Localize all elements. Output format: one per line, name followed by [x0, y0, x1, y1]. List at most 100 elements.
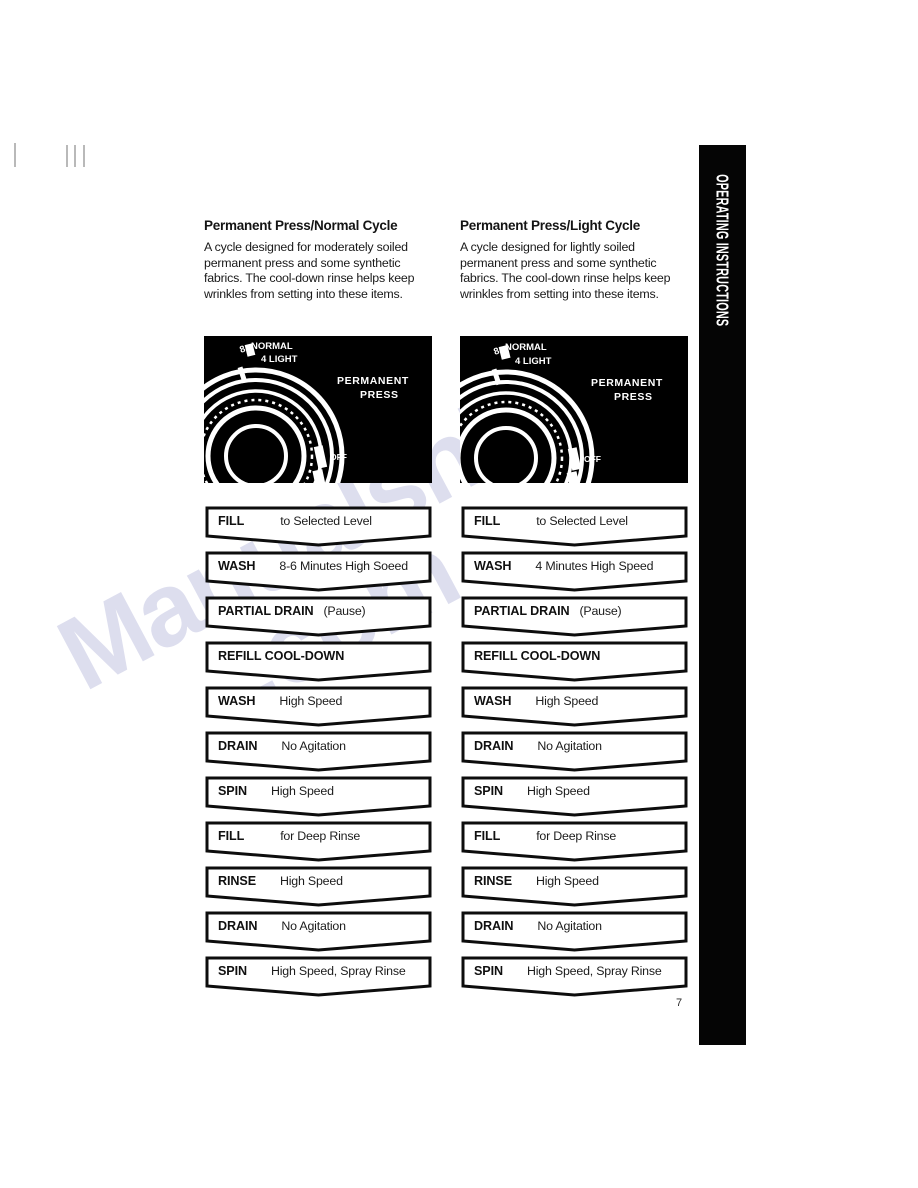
- cycle-step-detail: High Speed: [535, 694, 599, 708]
- cycle-step-detail: (Pause): [579, 604, 622, 618]
- cycle-step-name: SPIN: [474, 784, 503, 798]
- cycle-title: Permanent Press/Light Cycle: [460, 218, 641, 233]
- cycle-step-text: FILL to Selected Level: [474, 512, 681, 530]
- cycle-step-text: PARTIAL DRAIN (Pause): [218, 602, 425, 620]
- cycle-column-normal: Permanent Press/Normal Cycle A cycle des…: [204, 218, 433, 997]
- section-tab-label-wrapper: OPERATING INSTRUCTIONS: [699, 101, 746, 401]
- cycle-step-text: DRAIN No Agitation: [474, 917, 681, 935]
- cycle-step-name: REFILL COOL-DOWN: [474, 649, 601, 663]
- cycle-step-detail: No Agitation: [281, 919, 346, 933]
- scan-artifact-mark: [14, 143, 16, 167]
- cycle-step-name: PARTIAL DRAIN: [474, 604, 570, 618]
- cycle-step: DRAIN No Agitation: [460, 730, 689, 773]
- control-dial-photo: 8 NORMAL 4 LIGHT PERMANENT PRESS OFF: [204, 336, 432, 483]
- cycle-step-detail: High Speed: [271, 784, 334, 798]
- scan-artifact-mark: [74, 145, 76, 167]
- dial-cycle-name-line2: PRESS: [614, 391, 653, 403]
- cycle-step-text: DRAIN No Agitation: [218, 917, 425, 935]
- cycle-step-detail: High Speed: [527, 784, 590, 798]
- cycle-step-text: WASH High Speed: [218, 692, 425, 710]
- cycle-step-text: DRAIN No Agitation: [474, 737, 681, 755]
- cycle-step-text: WASH 4 Minutes High Speed: [474, 557, 681, 575]
- cycle-step-list: FILL to Selected Level WASH 8-6 Minutes Hig…: [204, 505, 433, 1000]
- cycle-step-detail: to Selected Level: [280, 514, 372, 528]
- cycle-step-detail: High Speed: [280, 874, 343, 888]
- cycle-step-name: PARTIAL DRAIN: [218, 604, 314, 618]
- cycle-step: DRAIN No Agitation: [204, 730, 433, 773]
- cycle-step: REFILL COOL-DOWN: [204, 640, 433, 683]
- cycle-step-detail: High Speed: [279, 694, 343, 708]
- cycle-step-text: PARTIAL DRAIN (Pause): [474, 602, 681, 620]
- cycle-step-text: SPIN High Speed, Spray Rinse: [218, 962, 425, 980]
- cycle-step: SPIN High Speed: [204, 775, 433, 818]
- cycle-step-detail: for Deep Rinse: [536, 829, 617, 843]
- cycle-step: SPIN High Speed, Spray Rinse: [460, 955, 689, 998]
- cycle-step-detail: No Agitation: [281, 739, 346, 753]
- cycle-step-detail: 4 Minutes High Speed: [535, 559, 654, 573]
- cycle-step-name: SPIN: [474, 964, 503, 978]
- cycle-step-name: SPIN: [218, 964, 247, 978]
- page-number: 7: [676, 997, 683, 1009]
- dial-label-4-light: 4 LIGHT: [515, 356, 552, 367]
- cycle-step-name: FILL: [218, 514, 245, 528]
- cycle-step: WASH 4 Minutes High Speed: [460, 550, 689, 593]
- cycle-step-name: FILL: [218, 829, 245, 843]
- dial-cycle-name-line1: PERMANENT: [591, 377, 663, 389]
- cycle-step: RINSE High Speed: [204, 865, 433, 908]
- cycle-step: SPIN High Speed: [460, 775, 689, 818]
- cycle-step-text: DRAIN No Agitation: [218, 737, 425, 755]
- cycle-step-text: SPIN High Speed: [474, 782, 681, 800]
- cycle-step-name: DRAIN: [474, 919, 514, 933]
- cycle-step-name: WASH: [474, 559, 512, 573]
- cycle-step-text: FILL for Deep Rinse: [218, 827, 425, 845]
- cycle-step-detail: No Agitation: [537, 919, 602, 933]
- dial-cycle-name-line2: PRESS: [360, 389, 399, 401]
- cycle-step: FILL for Deep Rinse: [204, 820, 433, 863]
- cycle-step-name: SPIN: [218, 784, 247, 798]
- dial-label-normal: NORMAL: [505, 342, 547, 353]
- cycle-step-detail: (Pause): [323, 604, 366, 618]
- cycle-step-name: WASH: [218, 694, 256, 708]
- control-dial-illustration: 8 NORMAL 4 LIGHT PERMANENT PRESS OFF: [460, 336, 688, 483]
- cycle-step-name: WASH: [474, 694, 512, 708]
- section-tab-operating-instructions: OPERATING INSTRUCTIONS: [699, 145, 746, 1045]
- cycle-step-name: DRAIN: [218, 739, 258, 753]
- cycle-step-name: WASH: [218, 559, 256, 573]
- page-canvas: Manualshive .com OPERATING INSTRUCTIONS …: [0, 0, 918, 1188]
- cycle-step-name: RINSE: [218, 874, 256, 888]
- dial-cycle-name-line1: PERMANENT: [337, 375, 409, 387]
- cycle-step-name: DRAIN: [218, 919, 258, 933]
- cycle-step-text: FILL to Selected Level: [218, 512, 425, 530]
- cycle-step-name: REFILL COOL-DOWN: [218, 649, 345, 663]
- cycle-step-detail: High Speed: [536, 874, 599, 888]
- cycle-step-text: REFILL COOL-DOWN: [218, 647, 425, 665]
- cycle-column-light: Permanent Press/Light Cycle A cycle desi…: [460, 218, 689, 997]
- cycle-step-name: DRAIN: [474, 739, 514, 753]
- section-tab-label: OPERATING INSTRUCTIONS: [712, 174, 733, 327]
- cycle-step: DRAIN No Agitation: [204, 910, 433, 953]
- cycle-step-text: REFILL COOL-DOWN: [474, 647, 681, 665]
- cycle-description: A cycle designed for lightly soiled perm…: [460, 240, 671, 301]
- cycle-step: WASH High Speed: [460, 685, 689, 728]
- cycle-step-text: SPIN High Speed, Spray Rinse: [474, 962, 681, 980]
- cycle-title: Permanent Press/Normal Cycle: [204, 218, 398, 233]
- cycle-step: SPIN High Speed, Spray Rinse: [204, 955, 433, 998]
- cycle-step-detail: No Agitation: [537, 739, 602, 753]
- cycle-step: PARTIAL DRAIN (Pause): [204, 595, 433, 638]
- control-dial-photo: 8 NORMAL 4 LIGHT PERMANENT PRESS OFF: [460, 336, 688, 483]
- control-dial-illustration: 8 NORMAL 4 LIGHT PERMANENT PRESS OFF: [204, 336, 432, 483]
- cycle-step: FILL to Selected Level: [204, 505, 433, 548]
- cycle-step: WASH High Speed: [204, 685, 433, 728]
- cycle-step: REFILL COOL-DOWN: [460, 640, 689, 683]
- cycle-step-detail: to Selected Level: [536, 514, 628, 528]
- cycle-step: FILL for Deep Rinse: [460, 820, 689, 863]
- cycle-step: FILL to Selected Level: [460, 505, 689, 548]
- scan-artifact-mark: [83, 145, 85, 167]
- cycle-step-name: FILL: [474, 829, 501, 843]
- scan-artifact-mark: [66, 145, 68, 167]
- cycle-step-name: FILL: [474, 514, 501, 528]
- cycle-step-detail: High Speed, Spray Rinse: [527, 964, 662, 978]
- cycle-step-detail: 8-6 Minutes High Soeed: [279, 559, 408, 573]
- cycle-step-text: RINSE High Speed: [218, 872, 425, 890]
- cycle-step: PARTIAL DRAIN (Pause): [460, 595, 689, 638]
